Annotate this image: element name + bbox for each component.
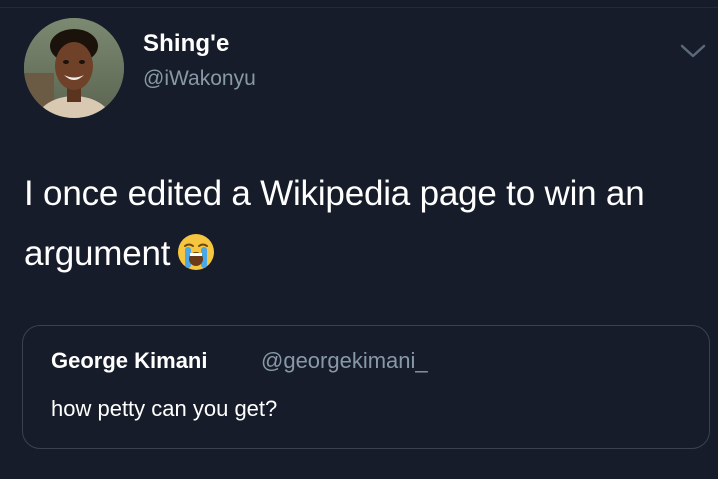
loudly-crying-face-icon — [176, 232, 216, 272]
top-divider — [0, 7, 718, 8]
quoted-user-handle: @georgekimani_ — [261, 348, 428, 373]
profile-photo — [24, 18, 124, 118]
user-handle[interactable]: @iWakonyu — [143, 67, 256, 91]
quoted-tweet-card[interactable]: George Kimani @georgekimani_ how petty c… — [22, 325, 710, 449]
tweet-text-content: I once edited a Wikipedia page to win an… — [24, 174, 645, 273]
quoted-tweet-text: how petty can you get? — [51, 396, 278, 421]
tweet-text: I once edited a Wikipedia page to win an… — [24, 164, 704, 284]
avatar[interactable] — [24, 18, 124, 118]
quoted-display-name: George Kimani — [51, 348, 208, 373]
chevron-down-icon[interactable] — [677, 40, 709, 62]
display-name[interactable]: Shing'e — [143, 30, 229, 58]
